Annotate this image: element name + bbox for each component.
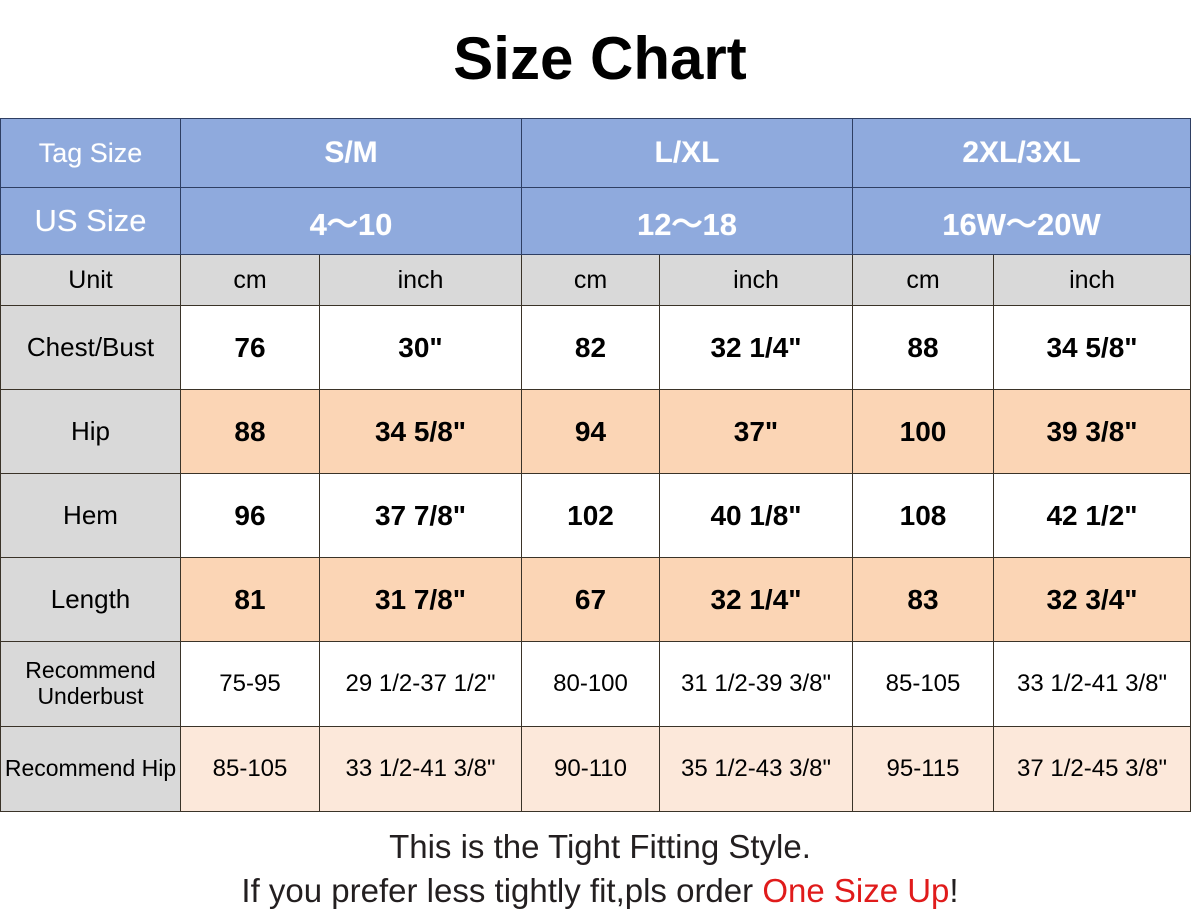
tag-size-lxl: L/XL bbox=[521, 118, 853, 188]
cell-value: 108 bbox=[852, 473, 994, 558]
cell-value: 37 7/8" bbox=[319, 473, 522, 558]
title-area: Size Chart bbox=[0, 0, 1200, 118]
cell-value: 90-110 bbox=[521, 726, 660, 812]
cell-value: 40 1/8" bbox=[659, 473, 853, 558]
table-row-us-size: US Size 4〜10 12〜18 16W〜20W bbox=[0, 187, 1191, 255]
row-label: Chest/Bust bbox=[0, 305, 181, 390]
cell-value: 96 bbox=[180, 473, 320, 558]
cell-value: 76 bbox=[180, 305, 320, 390]
cell-value: 31 1/2-39 3/8" bbox=[659, 641, 853, 727]
cell-value: 94 bbox=[521, 389, 660, 474]
footer-line-2-suffix: ! bbox=[949, 872, 959, 909]
cell-value: 102 bbox=[521, 473, 660, 558]
unit-header-3: inch bbox=[659, 254, 853, 306]
size-chart-table: Tag Size S/M L/XL 2XL/3XL US Size 4〜10 1… bbox=[0, 118, 1191, 812]
row-header-tag-size: Tag Size bbox=[0, 118, 181, 188]
cell-value: 32 1/4" bbox=[659, 557, 853, 642]
cell-value: 37 1/2-45 3/8" bbox=[993, 726, 1191, 812]
unit-header-5: inch bbox=[993, 254, 1191, 306]
table-row: Recommend Hip 85-105 33 1/2-41 3/8" 90-1… bbox=[0, 726, 1191, 812]
cell-value: 42 1/2" bbox=[993, 473, 1191, 558]
table-row: Hip 88 34 5/8" 94 37" 100 39 3/8" bbox=[0, 389, 1191, 474]
cell-value: 32 3/4" bbox=[993, 557, 1191, 642]
cell-value: 81 bbox=[180, 557, 320, 642]
cell-value: 33 1/2-41 3/8" bbox=[993, 641, 1191, 727]
cell-value: 37" bbox=[659, 389, 853, 474]
cell-value: 33 1/2-41 3/8" bbox=[319, 726, 522, 812]
row-label: Length bbox=[0, 557, 181, 642]
footer-line-1: This is the Tight Fitting Style. bbox=[389, 828, 811, 866]
cell-value: 85-105 bbox=[852, 641, 994, 727]
row-label: Hem bbox=[0, 473, 181, 558]
cell-value: 95-115 bbox=[852, 726, 994, 812]
footer-line-2: If you prefer less tightly fit,pls order… bbox=[241, 869, 958, 913]
row-header-us-size: US Size bbox=[0, 187, 181, 255]
unit-header-1: inch bbox=[319, 254, 522, 306]
row-label: Recommend Hip bbox=[0, 726, 181, 812]
cell-value: 39 3/8" bbox=[993, 389, 1191, 474]
footer-line-2-prefix: If you prefer less tightly fit,pls order bbox=[241, 872, 763, 909]
cell-value: 29 1/2-37 1/2" bbox=[319, 641, 522, 727]
cell-value: 34 5/8" bbox=[993, 305, 1191, 390]
cell-value: 75-95 bbox=[180, 641, 320, 727]
cell-value: 32 1/4" bbox=[659, 305, 853, 390]
table-row-tag-size: Tag Size S/M L/XL 2XL/3XL bbox=[0, 118, 1191, 188]
table-row: Recommend Underbust 75-95 29 1/2-37 1/2"… bbox=[0, 641, 1191, 727]
cell-value: 83 bbox=[852, 557, 994, 642]
cell-value: 31 7/8" bbox=[319, 557, 522, 642]
cell-value: 67 bbox=[521, 557, 660, 642]
row-header-unit: Unit bbox=[0, 254, 181, 306]
unit-header-2: cm bbox=[521, 254, 660, 306]
table-row: Length 81 31 7/8" 67 32 1/4" 83 32 3/4" bbox=[0, 557, 1191, 642]
cell-value: 82 bbox=[521, 305, 660, 390]
us-size-2xl3xl: 16W〜20W bbox=[852, 187, 1191, 255]
footer-note: This is the Tight Fitting Style. If you … bbox=[0, 812, 1200, 924]
tag-size-sm: S/M bbox=[180, 118, 522, 188]
cell-value: 88 bbox=[852, 305, 994, 390]
table-row: Hem 96 37 7/8" 102 40 1/8" 108 42 1/2" bbox=[0, 473, 1191, 558]
cell-value: 88 bbox=[180, 389, 320, 474]
table-row-unit: Unit cm inch cm inch cm inch bbox=[0, 254, 1191, 306]
cell-value: 30" bbox=[319, 305, 522, 390]
footer-emphasis: One Size Up bbox=[762, 872, 950, 909]
unit-header-4: cm bbox=[852, 254, 994, 306]
page-title: Size Chart bbox=[453, 25, 747, 92]
us-size-sm: 4〜10 bbox=[180, 187, 522, 255]
cell-value: 85-105 bbox=[180, 726, 320, 812]
table-row: Chest/Bust 76 30" 82 32 1/4" 88 34 5/8" bbox=[0, 305, 1191, 390]
cell-value: 100 bbox=[852, 389, 994, 474]
cell-value: 80-100 bbox=[521, 641, 660, 727]
cell-value: 35 1/2-43 3/8" bbox=[659, 726, 853, 812]
size-chart-page: Size Chart Tag Size S/M L/XL 2XL/3XL US … bbox=[0, 0, 1200, 924]
us-size-lxl: 12〜18 bbox=[521, 187, 853, 255]
unit-header-0: cm bbox=[180, 254, 320, 306]
cell-value: 34 5/8" bbox=[319, 389, 522, 474]
row-label: Recommend Underbust bbox=[0, 641, 181, 727]
tag-size-2xl3xl: 2XL/3XL bbox=[852, 118, 1191, 188]
row-label: Hip bbox=[0, 389, 181, 474]
